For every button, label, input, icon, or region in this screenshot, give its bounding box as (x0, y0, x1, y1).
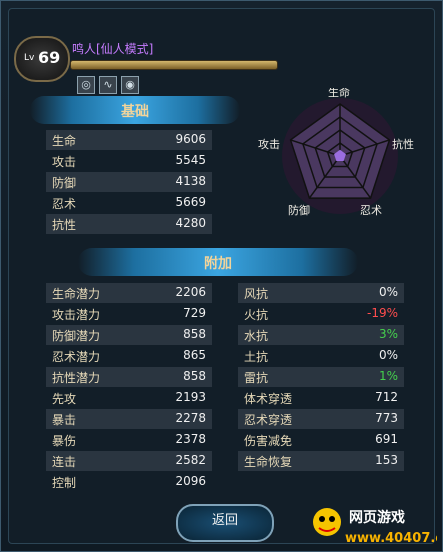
basic-stat-label: 抗性 (52, 218, 77, 232)
bonus-right-stat-value: 773 (375, 411, 398, 425)
bonus-left-stat-row: 生命潜力 2206 (46, 283, 212, 303)
basic-stat-row: 生命 9606 (46, 130, 212, 150)
bonus-left-stat-row: 暴击 2278 (46, 409, 212, 429)
bonus-left-stat-row: 攻击潜力 729 (46, 304, 212, 324)
bonus-right-stat-row: 体术穿透 712 (238, 388, 404, 408)
bonus-left-stat-label: 控制 (52, 476, 77, 490)
radar-chart: 生命抗性忍术 防御 攻击 (258, 88, 414, 217)
bonus-left-stat-row: 连击 2582 (46, 451, 212, 471)
bonus-left-stat-value: 729 (183, 306, 206, 320)
bonus-right-stat-value: 0% (378, 348, 398, 362)
bonus-left-stat-label: 暴击 (52, 413, 77, 427)
player-name: 鸣人[仙人模式] (72, 42, 154, 56)
bonus-right-stat-row: 忍术穿透 773 (238, 409, 404, 429)
basic-stat-value: 5545 (175, 153, 206, 167)
basic-stat-row: 防御 4138 (46, 172, 212, 192)
bonus-left-stat-value: 2206 (175, 285, 206, 299)
bonus-right-stat-row: 水抗 3% (238, 325, 404, 345)
bonus-header: 附加 (78, 248, 358, 276)
spiral-skill-icon[interactable]: ◉ (121, 76, 139, 94)
exp-bar (70, 60, 278, 70)
bonus-right-stat-label: 忍术穿透 (244, 413, 293, 427)
bonus-left-stat-value: 2582 (175, 453, 206, 467)
wind-skill-icon[interactable]: ◎ (77, 76, 95, 94)
bonus-right-stat-row: 风抗 0% (238, 283, 404, 303)
basic-stat-row: 攻击 5545 (46, 151, 212, 171)
level-value: 69 (38, 48, 61, 67)
radar-label: 攻击 (258, 137, 280, 151)
bonus-right-stat-value: 1% (378, 369, 398, 383)
bonus-right-stat-label: 火抗 (244, 308, 269, 322)
bonus-left-stat-row: 防御潜力 858 (46, 325, 212, 345)
bonus-left-stat-value: 865 (183, 348, 206, 362)
bonus-right-stat-row: 生命恢复 153 (238, 451, 404, 471)
bonus-left-stat-value: 2096 (175, 474, 206, 488)
bonus-right-stat-label: 体术穿透 (244, 392, 293, 406)
bonus-right-stat-value: 3% (378, 327, 398, 341)
bonus-left-stat-value: 2378 (175, 432, 206, 446)
bonus-left-stat-label: 先攻 (52, 392, 77, 406)
bonus-right-stat-row: 伤害减免 691 (238, 430, 404, 450)
bonus-left-stat-label: 暴伤 (52, 434, 77, 448)
basic-header: 基础 (30, 96, 240, 124)
bonus-left-stat-value: 2193 (175, 390, 206, 404)
svg-text:www.40407.com: www.40407.com (345, 531, 437, 546)
bonus-right-stat-label: 土抗 (244, 350, 269, 364)
leaf-skill-icon[interactable]: ∿ (99, 76, 117, 94)
bonus-right-stat-value: 712 (375, 390, 398, 404)
basic-stat-label: 防御 (52, 176, 77, 190)
bonus-right-stat-value: -19% (366, 306, 398, 320)
bonus-left-stat-label: 连击 (52, 455, 77, 469)
bonus-left-stat-label: 生命潜力 (52, 287, 101, 301)
bonus-right-stat-label: 风抗 (244, 287, 269, 301)
bonus-right-stat-label: 伤害减免 (244, 434, 293, 448)
basic-stat-label: 攻击 (52, 155, 77, 169)
radar-label: 生命 (328, 88, 350, 99)
bonus-left-stat-row: 忍术潜力 865 (46, 346, 212, 366)
return-button[interactable]: 返回 (176, 504, 274, 542)
bonus-right-stat-value: 153 (375, 453, 398, 467)
bonus-left-stat-row: 先攻 2193 (46, 388, 212, 408)
basic-stat-label: 忍术 (52, 197, 77, 211)
bonus-left-stat-label: 攻击潜力 (52, 308, 101, 322)
basic-stat-value: 4280 (175, 216, 206, 230)
bonus-left-stat-label: 抗性潜力 (52, 371, 101, 385)
bonus-left-stat-row: 暴伤 2378 (46, 430, 212, 450)
basic-stat-value: 9606 (175, 132, 206, 146)
radar-label: 忍术 (360, 204, 382, 217)
basic-stat-value: 4138 (175, 174, 206, 188)
bonus-right-stat-row: 雷抗 1% (238, 367, 404, 387)
level-badge: Lv 69 (14, 36, 70, 82)
basic-stat-row: 抗性 4280 (46, 214, 212, 234)
bonus-left-stat-value: 858 (183, 327, 206, 341)
basic-stat-label: 生命 (52, 134, 77, 148)
bonus-right-stat-value: 691 (375, 432, 398, 446)
bonus-right-stat-value: 0% (378, 285, 398, 299)
bonus-left-stat-label: 防御潜力 (52, 329, 101, 343)
bonus-left-stat-value: 858 (183, 369, 206, 383)
bonus-left-stat-row: 抗性潜力 858 (46, 367, 212, 387)
bonus-right-stat-label: 水抗 (244, 329, 269, 343)
basic-stat-value: 5669 (175, 195, 206, 209)
bonus-right-stat-label: 生命恢复 (244, 455, 293, 469)
bonus-left-stat-label: 忍术潜力 (52, 350, 101, 364)
bonus-right-stat-row: 土抗 0% (238, 346, 404, 366)
radar-label: 防御 (288, 203, 310, 217)
bonus-left-stat-value: 2278 (175, 411, 206, 425)
site-logo: 网页游戏 www.40407.com (313, 508, 437, 546)
bonus-right-stat-label: 雷抗 (244, 371, 269, 385)
bonus-left-stat-row: 控制 2096 (46, 472, 212, 492)
svg-text:网页游戏: 网页游戏 (349, 509, 405, 526)
radar-label: 抗性 (392, 137, 414, 151)
bonus-right-stat-row: 火抗 -19% (238, 304, 404, 324)
level-prefix: Lv (24, 53, 35, 63)
basic-stat-row: 忍术 5669 (46, 193, 212, 213)
